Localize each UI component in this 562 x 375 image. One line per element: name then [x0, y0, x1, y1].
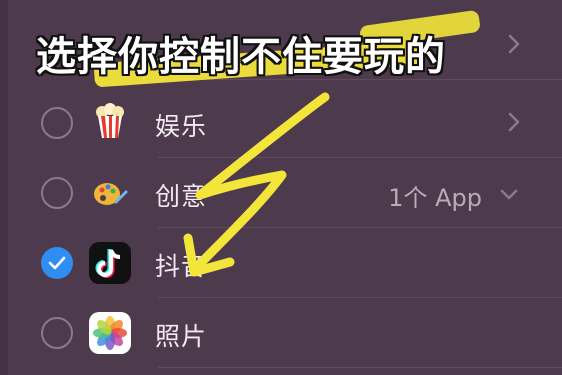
hand-drawn-arrow-icon [183, 92, 330, 277]
